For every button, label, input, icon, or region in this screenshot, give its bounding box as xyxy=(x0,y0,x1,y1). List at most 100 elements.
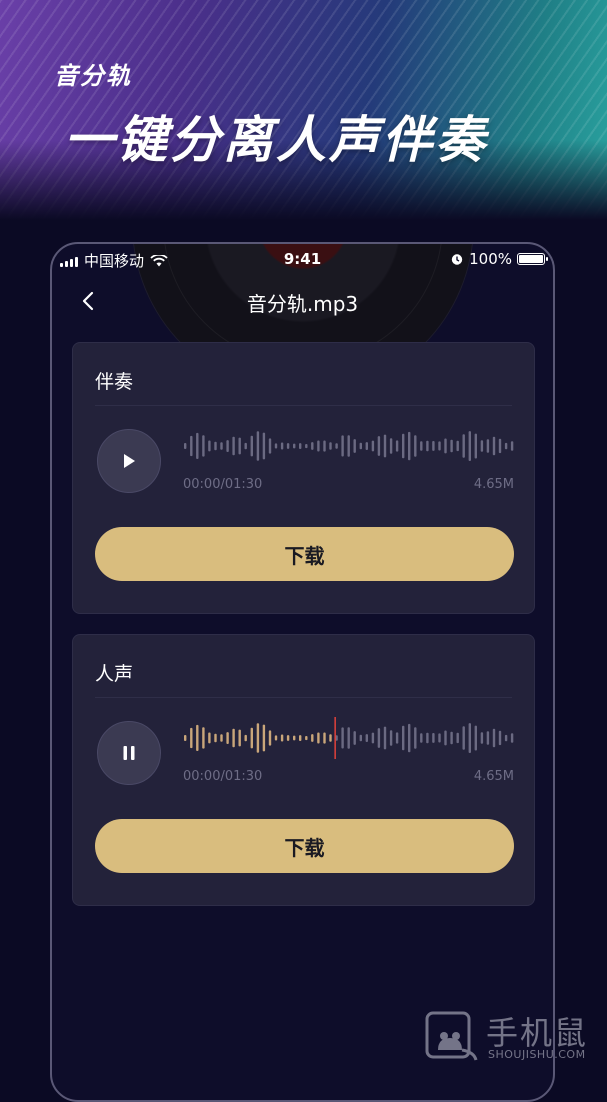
waveform[interactable] xyxy=(183,717,516,759)
waveform-bar xyxy=(395,732,399,744)
waveform-bar xyxy=(462,434,465,458)
waveform-bar xyxy=(305,736,308,741)
waveform-bar xyxy=(244,442,247,450)
waveform-bar xyxy=(293,443,296,449)
banner-headline: 一键分离人声伴奏 xyxy=(64,111,488,169)
waveform-bar xyxy=(432,441,435,451)
waveform-bar xyxy=(238,437,241,455)
waveform-bar xyxy=(510,441,514,451)
status-bar: 中国移动 9:41 100% xyxy=(52,244,553,274)
waveform-bar xyxy=(317,732,320,744)
waveform-bar xyxy=(226,732,229,744)
waveform-bar xyxy=(353,439,356,453)
waveform-bar xyxy=(250,727,253,749)
waveform-bar xyxy=(414,727,417,749)
playback-time: 00:00/01:30 xyxy=(183,769,263,784)
waveform-bar xyxy=(268,730,272,746)
waveform-bar xyxy=(196,432,199,459)
waveform-bar xyxy=(238,729,241,747)
waveform-bar xyxy=(402,433,405,459)
waveform-bar xyxy=(268,438,272,454)
track-title: 人声 xyxy=(95,663,134,685)
download-button[interactable]: 下载 xyxy=(95,819,514,873)
waveform-bar xyxy=(196,724,199,751)
battery-percent: 100% xyxy=(469,250,512,268)
waveform-bar xyxy=(280,442,284,450)
waveform-bar xyxy=(480,440,484,452)
waveform[interactable] xyxy=(183,429,516,463)
track-card-vocals: 人声 00:00/01:30 4.65M 下载 xyxy=(72,634,535,906)
waveform-bar xyxy=(190,435,193,457)
nav-bar: 音分轨.mp3 xyxy=(52,282,553,322)
waveform-bar xyxy=(202,435,205,457)
waveform-bar xyxy=(317,440,320,452)
waveform-bar xyxy=(402,725,405,751)
waveform-bar xyxy=(262,432,266,460)
waveform-bar xyxy=(486,439,490,453)
waveform-bar xyxy=(256,723,260,753)
waveform-bar xyxy=(408,431,411,461)
waveform-bar xyxy=(408,723,411,753)
battery-icon xyxy=(517,253,548,265)
waveform-bar xyxy=(504,442,508,450)
playhead[interactable] xyxy=(334,717,336,759)
waveform-bar xyxy=(450,731,453,745)
waveform-bar xyxy=(456,440,459,452)
waveform-bar xyxy=(299,735,302,741)
waveform-bar xyxy=(389,730,393,746)
waveform-bar xyxy=(335,443,338,449)
file-size: 4.65M xyxy=(473,477,514,492)
waveform-bar xyxy=(371,732,375,744)
pause-button[interactable] xyxy=(97,721,161,785)
waveform-bar xyxy=(426,732,429,744)
waveform-bar xyxy=(365,734,368,742)
waveform-bar xyxy=(293,735,296,741)
waveform-bar xyxy=(444,438,447,454)
divider xyxy=(95,697,512,698)
download-button[interactable]: 下载 xyxy=(95,527,514,581)
waveform-bar xyxy=(377,728,381,748)
waveform-bar xyxy=(341,435,344,457)
waveform-bar xyxy=(323,440,326,452)
waveform-bar xyxy=(232,728,235,748)
waveform-bar xyxy=(426,440,429,452)
waveform-bar xyxy=(341,727,344,749)
waveform-bar xyxy=(220,734,223,742)
waveform-bar xyxy=(432,733,435,743)
waveform-bar xyxy=(486,731,490,745)
waveform-bar xyxy=(414,435,417,457)
track-title: 伴奏 xyxy=(95,371,134,393)
waveform-bar xyxy=(492,436,496,456)
waveform-bar xyxy=(329,734,332,742)
file-size: 4.65M xyxy=(473,769,514,784)
waveform-bar xyxy=(456,732,459,744)
waveform-bar xyxy=(468,723,471,753)
waveform-bar xyxy=(353,731,356,745)
waveform-bar xyxy=(232,436,235,456)
waveform-bar xyxy=(383,434,387,458)
waveform-bar xyxy=(274,443,278,449)
waveform-bar xyxy=(329,442,332,450)
waveform-bar xyxy=(274,735,278,741)
waveform-bar xyxy=(347,435,350,457)
waveform-bar xyxy=(450,439,453,453)
waveform-bar xyxy=(208,440,211,452)
waveform-bar xyxy=(184,735,187,741)
play-button[interactable] xyxy=(97,429,161,493)
waveform-bar xyxy=(420,441,423,451)
watermark-url: SHOUJISHU.COM xyxy=(488,1048,586,1061)
phone-frame: 中国移动 9:41 100% 音分轨.mp3 伴奏 00:00/01:30 4.… xyxy=(50,242,555,1102)
page-title: 音分轨.mp3 xyxy=(246,292,359,316)
waveform-bar xyxy=(438,733,441,743)
waveform-bar xyxy=(365,442,368,450)
divider xyxy=(95,405,512,406)
waveform-bar xyxy=(323,732,326,744)
waveform-bar xyxy=(395,440,399,452)
mouse-logo-icon xyxy=(425,1011,478,1061)
waveform-bar xyxy=(468,431,471,461)
waveform-bar xyxy=(474,433,477,459)
waveform-bar xyxy=(190,727,193,749)
waveform-bar xyxy=(359,442,362,450)
waveform-bar xyxy=(311,442,314,450)
waveform-bar xyxy=(420,733,423,743)
